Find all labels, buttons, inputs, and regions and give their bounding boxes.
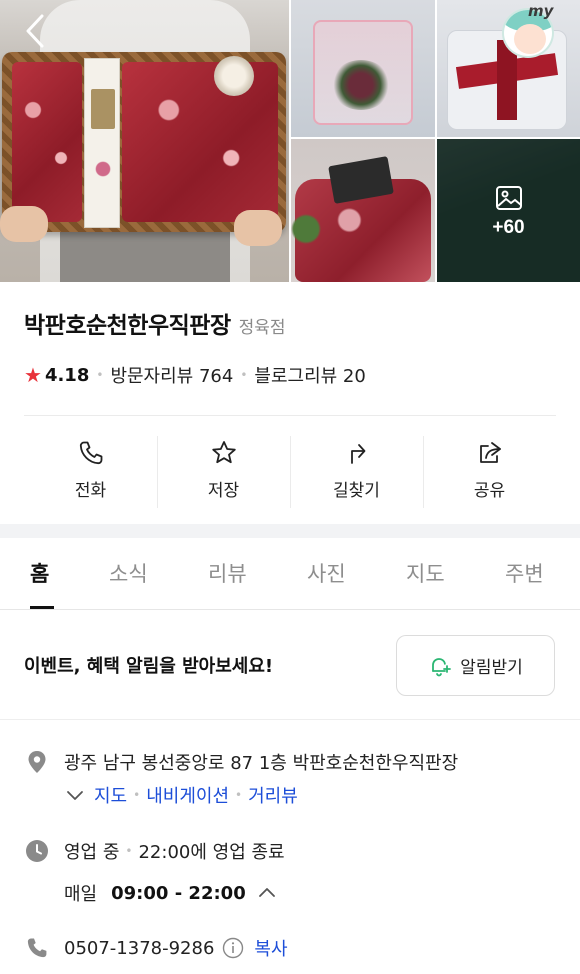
- visitor-reviews-link[interactable]: 방문자리뷰 764: [110, 362, 233, 388]
- image-icon: [495, 185, 522, 210]
- separator-dot: •: [125, 844, 133, 858]
- photo-meat-right: [122, 62, 278, 222]
- tab-reviews[interactable]: 리뷰: [208, 558, 247, 588]
- back-icon[interactable]: [20, 12, 50, 50]
- info-icon[interactable]: [222, 937, 244, 959]
- photo-gallery: +60 my: [0, 0, 580, 282]
- phone-small-icon: [24, 935, 50, 961]
- photo-pants: [60, 228, 230, 282]
- closing-time: 22:00에 영업 종료: [138, 842, 285, 863]
- photo-hand-right: [234, 210, 282, 246]
- chevron-up-icon[interactable]: [256, 882, 278, 904]
- rating-star-icon: ★: [24, 363, 42, 387]
- call-label: 전화: [74, 481, 107, 501]
- phone-row: 0507-1378-9286 복사: [24, 935, 288, 961]
- tab-bar: 홈 소식 리뷰 사진 지도 주변: [0, 538, 580, 610]
- notify-button[interactable]: 알림받기: [396, 635, 555, 696]
- share-label: 공유: [473, 481, 506, 501]
- open-status: 영업 중: [64, 842, 120, 863]
- section-separator: [0, 524, 580, 538]
- blog-reviews-link[interactable]: 블로그리뷰 20: [254, 362, 365, 388]
- place-title-row: 박판호순천한우직판장 정육점: [24, 306, 286, 340]
- thumb-photo-1[interactable]: [291, 0, 435, 137]
- navigation-link[interactable]: 내비게이션: [146, 782, 229, 808]
- tab-home[interactable]: 홈: [30, 558, 49, 588]
- streetview-link[interactable]: 거리뷰: [248, 782, 298, 808]
- photo-ornament: [214, 56, 254, 96]
- tab-map[interactable]: 지도: [406, 558, 445, 588]
- phone-icon: [79, 441, 102, 465]
- star-icon: [211, 441, 236, 464]
- my-badge-label: my: [528, 2, 554, 20]
- business-hours-row: 영업 중 • 22:00에 영업 종료: [24, 838, 285, 864]
- more-photos-button[interactable]: +60: [437, 139, 580, 282]
- separator-dot: •: [133, 788, 141, 802]
- rating-row: ★ 4.18 • 방문자리뷰 764 • 블로그리뷰 20: [24, 362, 366, 388]
- place-category: 정육점: [238, 318, 286, 338]
- photo-meat-left: [12, 62, 82, 222]
- thumb-photo-3[interactable]: [291, 139, 435, 282]
- address-text[interactable]: 광주 남구 봉선중앙로 87 1층 박판호순천한우직판장: [64, 749, 458, 775]
- share-icon: [479, 442, 501, 463]
- separator-dot: •: [96, 368, 104, 382]
- phone-number[interactable]: 0507-1378-9286: [64, 938, 214, 959]
- save-button[interactable]: 저장: [157, 416, 290, 524]
- copy-phone-button[interactable]: 복사: [254, 935, 287, 961]
- chevron-down-icon[interactable]: [64, 784, 86, 806]
- clock-icon: [24, 838, 50, 864]
- bell-plus-icon: [432, 657, 452, 676]
- separator-dot: •: [240, 368, 248, 382]
- photo-hand-left: [0, 206, 48, 242]
- more-photos-count: +60: [492, 216, 525, 238]
- my-profile-button[interactable]: my: [500, 2, 558, 58]
- save-label: 저장: [207, 481, 240, 501]
- hours-detail[interactable]: 매일 09:00 - 22:00: [64, 880, 278, 906]
- photo-card: [84, 58, 120, 228]
- notify-button-label: 알림받기: [460, 658, 523, 678]
- notice-text: 이벤트, 혜택 알림을 받아보세요!: [24, 656, 274, 677]
- map-link[interactable]: 지도: [94, 782, 127, 808]
- address-row: 광주 남구 봉선중앙로 87 1층 박판호순천한우직판장: [24, 749, 458, 775]
- tab-news[interactable]: 소식: [109, 558, 148, 588]
- active-tab-indicator: [30, 606, 54, 609]
- hours-time: 09:00 - 22:00: [111, 882, 246, 904]
- directions-button[interactable]: 길찾기: [290, 416, 423, 524]
- directions-label: 길찾기: [333, 481, 380, 501]
- rating-score: 4.18: [44, 364, 90, 386]
- separator-dot: •: [235, 788, 243, 802]
- call-button[interactable]: 전화: [24, 416, 157, 524]
- tab-nearby[interactable]: 주변: [505, 558, 544, 588]
- event-notice: 이벤트, 혜택 알림을 받아보세요! 알림받기: [0, 610, 580, 720]
- hours-day: 매일: [64, 884, 98, 905]
- tab-photos[interactable]: 사진: [307, 558, 346, 588]
- directions-icon: [350, 444, 365, 464]
- place-name: 박판호순천한우직판장: [24, 313, 231, 339]
- action-bar: 전화 저장 길찾기 공유: [24, 416, 556, 524]
- address-links: 지도 • 내비게이션 • 거리뷰: [64, 782, 298, 808]
- location-pin-icon: [24, 749, 50, 775]
- share-button[interactable]: 공유: [423, 416, 556, 524]
